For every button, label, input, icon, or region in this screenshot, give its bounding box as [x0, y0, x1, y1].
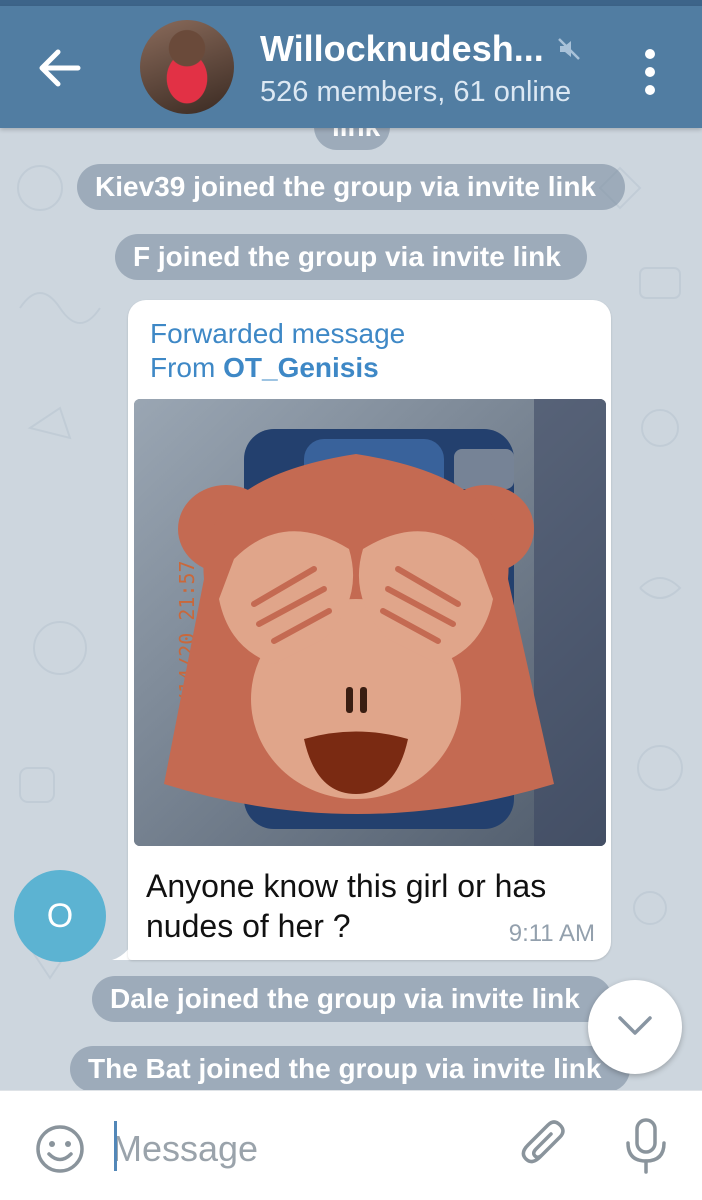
chat-area[interactable]: link Kiev39 joined the group via invite … — [0, 128, 702, 1090]
group-avatar[interactable] — [140, 20, 234, 114]
members-count: 526 members, 61 online — [260, 76, 572, 108]
chevron-down-icon — [618, 1016, 652, 1035]
emoji-button[interactable] — [34, 1123, 86, 1175]
group-title[interactable]: Willocknudesh... — [260, 28, 552, 70]
sender-avatar[interactable]: O — [14, 870, 106, 962]
arrow-left-icon — [39, 49, 81, 87]
emoji-icon — [36, 1125, 84, 1173]
scroll-down-button[interactable] — [588, 980, 682, 1074]
service-message: link — [314, 128, 390, 150]
forwarded-message-bubble[interactable]: Forwarded message From OT_Genisis 03/14/… — [128, 300, 611, 960]
forwarded-from-name[interactable]: OT_Genisis — [223, 352, 379, 383]
message-time: 9:11 AM — [508, 920, 595, 947]
message-input[interactable] — [112, 1119, 492, 1179]
service-message: Kiev39 joined the group via invite link — [77, 164, 625, 210]
chat-header: Willocknudesh... 526 members, 61 online — [0, 6, 702, 128]
paperclip-icon — [521, 1120, 565, 1164]
text-cursor — [114, 1121, 117, 1171]
attach-button[interactable] — [518, 1119, 572, 1173]
voice-record-button[interactable] — [622, 1117, 670, 1175]
back-button[interactable] — [32, 40, 88, 96]
menu-button[interactable] — [630, 44, 670, 100]
forwarded-from[interactable]: From OT_Genisis — [150, 352, 379, 384]
service-message: F joined the group via invite link — [115, 234, 587, 280]
service-message: Dale joined the group via invite link — [92, 976, 612, 1022]
message-photo[interactable]: 03/14/20 21:57 — [134, 399, 606, 846]
message-composer — [0, 1090, 702, 1200]
microphone-icon — [626, 1118, 666, 1174]
forwarded-label: Forwarded message — [150, 318, 406, 349]
more-vertical-icon — [645, 49, 655, 95]
service-message: The Bat joined the group via invite link — [70, 1046, 630, 1090]
see-no-evil-monkey-icon — [164, 454, 554, 814]
forwarded-from-prefix: From — [150, 352, 224, 383]
muted-speaker-icon — [558, 38, 580, 60]
